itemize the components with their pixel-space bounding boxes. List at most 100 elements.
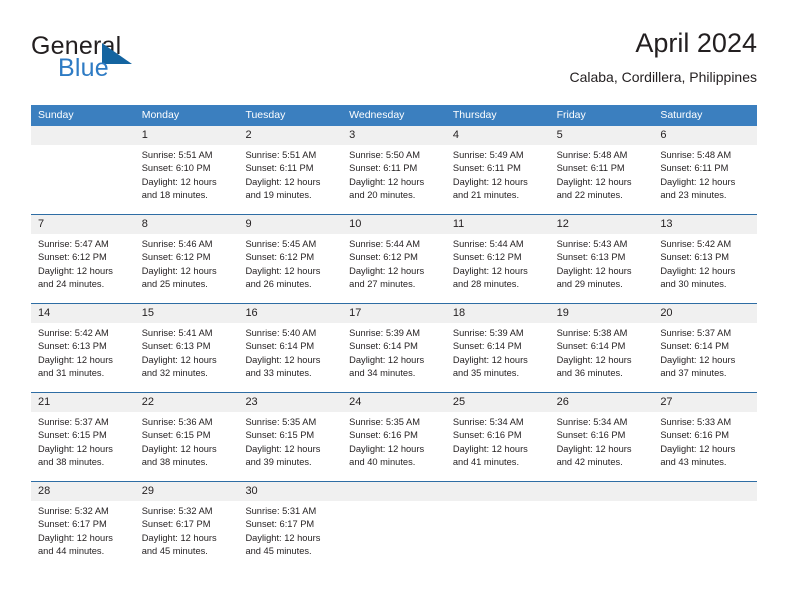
day-cell[interactable]: Sunrise: 5:32 AM Sunset: 6:17 PM Daylight:… [135, 501, 239, 565]
day-number[interactable]: 17 [342, 304, 446, 323]
day-cell[interactable]: Sunrise: 5:46 AM Sunset: 6:12 PM Daylight:… [135, 234, 239, 298]
sunset-text: Sunset: 6:16 PM [452, 430, 522, 441]
day-cell[interactable]: Sunrise: 5:36 AM Sunset: 6:15 PM Daylight:… [135, 412, 239, 476]
calendar-week-row: 21 22 23 24 25 26 27 Sunrise: 5:37 AM Sunset: 6:… [31, 392, 757, 476]
daylight-text: Daylight: 12 hours and 38 minutes. [141, 443, 217, 468]
day-cell[interactable]: Sunrise: 5:42 AM Sunset: 6:13 PM Daylight:… [653, 234, 757, 298]
daylight-text: Daylight: 12 hours and 32 minutes. [141, 354, 217, 379]
day-cell[interactable]: Sunrise: 5:37 AM Sunset: 6:15 PM Daylight:… [31, 412, 135, 476]
page-header: General Blue April 2024 Calaba, Cordille… [31, 26, 757, 98]
week-date-band: 21 22 23 24 25 26 27 [31, 393, 757, 412]
daylight-text: Daylight: 12 hours and 39 minutes. [245, 443, 321, 468]
sunset-text: Sunset: 6:14 PM [452, 341, 522, 352]
weekday-header-tuesday: Tuesday [245, 109, 286, 121]
day-cell[interactable]: Sunrise: 5:34 AM Sunset: 6:16 PM Daylight:… [550, 412, 654, 476]
sunrise-text: Sunrise: 5:45 AM [245, 239, 317, 249]
day-number[interactable]: 19 [550, 304, 654, 323]
calendar-week-row: 7 8 9 10 11 12 13 Sunrise: 5:47 AM Sunset: 6:12 … [31, 214, 757, 298]
day-cell[interactable]: Sunrise: 5:35 AM Sunset: 6:15 PM Daylight:… [238, 412, 342, 476]
day-cell[interactable]: Sunrise: 5:50 AM Sunset: 6:11 PM Daylight:… [342, 145, 446, 209]
page-title: April 2024 [635, 28, 757, 58]
sunset-text: Sunset: 6:13 PM [660, 252, 730, 263]
week-detail-band: Sunrise: 5:32 AM Sunset: 6:17 PM Daylight:… [31, 501, 757, 565]
day-number[interactable]: 10 [342, 215, 446, 234]
day-number[interactable]: 27 [653, 393, 757, 412]
day-cell[interactable]: Sunrise: 5:47 AM Sunset: 6:12 PM Daylight:… [31, 234, 135, 298]
sunset-text: Sunset: 6:13 PM [141, 341, 211, 352]
day-number[interactable]: 21 [31, 393, 135, 412]
sunrise-text: Sunrise: 5:39 AM [349, 328, 420, 338]
day-cell[interactable]: Sunrise: 5:34 AM Sunset: 6:16 PM Daylight:… [446, 412, 550, 476]
day-number[interactable]: 28 [31, 482, 135, 501]
day-cell[interactable]: Sunrise: 5:39 AM Sunset: 6:14 PM Daylight:… [446, 323, 550, 387]
daylight-text: Daylight: 12 hours and 28 minutes. [452, 265, 528, 290]
day-number[interactable]: 22 [135, 393, 239, 412]
day-cell[interactable]: Sunrise: 5:37 AM Sunset: 6:14 PM Daylight:… [653, 323, 757, 387]
day-number[interactable]: 9 [238, 215, 342, 234]
day-number[interactable]: 8 [135, 215, 239, 234]
day-number[interactable]: 29 [135, 482, 239, 501]
calendar-page: General Blue April 2024 Calaba, Cordille… [0, 0, 792, 612]
sunrise-text: Sunrise: 5:40 AM [245, 328, 317, 338]
day-number[interactable]: 6 [653, 126, 757, 145]
day-cell[interactable]: Sunrise: 5:38 AM Sunset: 6:14 PM Daylight:… [550, 323, 654, 387]
sunrise-text: Sunrise: 5:42 AM [660, 239, 732, 249]
sunset-text: Sunset: 6:14 PM [245, 341, 315, 352]
day-cell[interactable]: Sunrise: 5:40 AM Sunset: 6:14 PM Daylight:… [238, 323, 342, 387]
daylight-text: Daylight: 12 hours and 37 minutes. [660, 354, 736, 379]
day-cell[interactable]: Sunrise: 5:42 AM Sunset: 6:13 PM Daylight:… [31, 323, 135, 387]
day-number[interactable]: 26 [550, 393, 654, 412]
sunset-text: Sunset: 6:16 PM [349, 430, 418, 441]
day-cell[interactable]: Sunrise: 5:32 AM Sunset: 6:17 PM Daylight:… [31, 501, 135, 565]
day-cell[interactable]: Sunrise: 5:35 AM Sunset: 6:16 PM Daylight:… [342, 412, 446, 476]
day-number[interactable]: 11 [446, 215, 550, 234]
sunrise-text: Sunrise: 5:49 AM [452, 150, 524, 160]
sunset-text: Sunset: 6:16 PM [660, 430, 730, 441]
sunset-text: Sunset: 6:11 PM [349, 163, 418, 174]
daylight-text: Daylight: 12 hours and 27 minutes. [349, 265, 425, 290]
day-number[interactable]: 25 [446, 393, 550, 412]
general-blue-logo[interactable]: General Blue [31, 32, 241, 88]
day-number[interactable]: 2 [238, 126, 342, 145]
sunset-text: Sunset: 6:13 PM [556, 252, 626, 263]
day-number[interactable]: 24 [342, 393, 446, 412]
day-cell[interactable]: Sunrise: 5:49 AM Sunset: 6:11 PM Daylight:… [446, 145, 550, 209]
day-number[interactable]: 16 [238, 304, 342, 323]
day-cell[interactable]: Sunrise: 5:51 AM Sunset: 6:11 PM Daylight:… [238, 145, 342, 209]
day-number[interactable]: 18 [446, 304, 550, 323]
calendar-week-row: 28 29 30 Sunrise: 5:32 AM Sunset: 6:17 PM Day… [31, 481, 757, 565]
weekday-header-wednesday: Wednesday [349, 109, 405, 121]
day-number[interactable]: 13 [653, 215, 757, 234]
day-cell[interactable]: Sunrise: 5:43 AM Sunset: 6:13 PM Daylight:… [550, 234, 654, 298]
day-number[interactable]: 1 [135, 126, 239, 145]
weekday-header-thursday: Thursday [452, 109, 497, 121]
day-number[interactable]: 30 [238, 482, 342, 501]
title-block: April 2024 Calaba, Cordillera, Philippin… [569, 26, 757, 87]
sunset-text: Sunset: 6:13 PM [38, 341, 107, 352]
week-date-band: 28 29 30 [31, 482, 757, 501]
day-number[interactable]: 7 [31, 215, 135, 234]
day-number[interactable]: 3 [342, 126, 446, 145]
weekday-header-saturday: Saturday [660, 109, 703, 121]
sunset-text: Sunset: 6:11 PM [660, 163, 729, 174]
day-cell[interactable]: Sunrise: 5:45 AM Sunset: 6:12 PM Daylight:… [238, 234, 342, 298]
day-cell[interactable]: Sunrise: 5:51 AM Sunset: 6:10 PM Daylight:… [135, 145, 239, 209]
day-cell[interactable]: Sunrise: 5:39 AM Sunset: 6:14 PM Daylight:… [342, 323, 446, 387]
day-number[interactable]: 5 [550, 126, 654, 145]
day-cell[interactable]: Sunrise: 5:48 AM Sunset: 6:11 PM Daylight:… [653, 145, 757, 209]
day-number[interactable]: 15 [135, 304, 239, 323]
day-number[interactable]: 4 [446, 126, 550, 145]
day-number[interactable]: 23 [238, 393, 342, 412]
day-cell[interactable]: Sunrise: 5:31 AM Sunset: 6:17 PM Daylight:… [238, 501, 342, 565]
day-cell[interactable]: Sunrise: 5:44 AM Sunset: 6:12 PM Daylight:… [342, 234, 446, 298]
daylight-text: Daylight: 12 hours and 38 minutes. [38, 443, 113, 468]
day-cell[interactable]: Sunrise: 5:41 AM Sunset: 6:13 PM Daylight:… [135, 323, 239, 387]
calendar-grid: Sunday Monday Tuesday Wednesday Thursday… [31, 105, 757, 565]
day-cell[interactable]: Sunrise: 5:44 AM Sunset: 6:12 PM Daylight:… [446, 234, 550, 298]
day-cell[interactable]: Sunrise: 5:33 AM Sunset: 6:16 PM Daylight:… [653, 412, 757, 476]
sunrise-text: Sunrise: 5:44 AM [452, 239, 524, 249]
day-number[interactable]: 20 [653, 304, 757, 323]
day-cell[interactable]: Sunrise: 5:48 AM Sunset: 6:11 PM Daylight:… [550, 145, 654, 209]
day-number[interactable]: 12 [550, 215, 654, 234]
day-number[interactable]: 14 [31, 304, 135, 323]
